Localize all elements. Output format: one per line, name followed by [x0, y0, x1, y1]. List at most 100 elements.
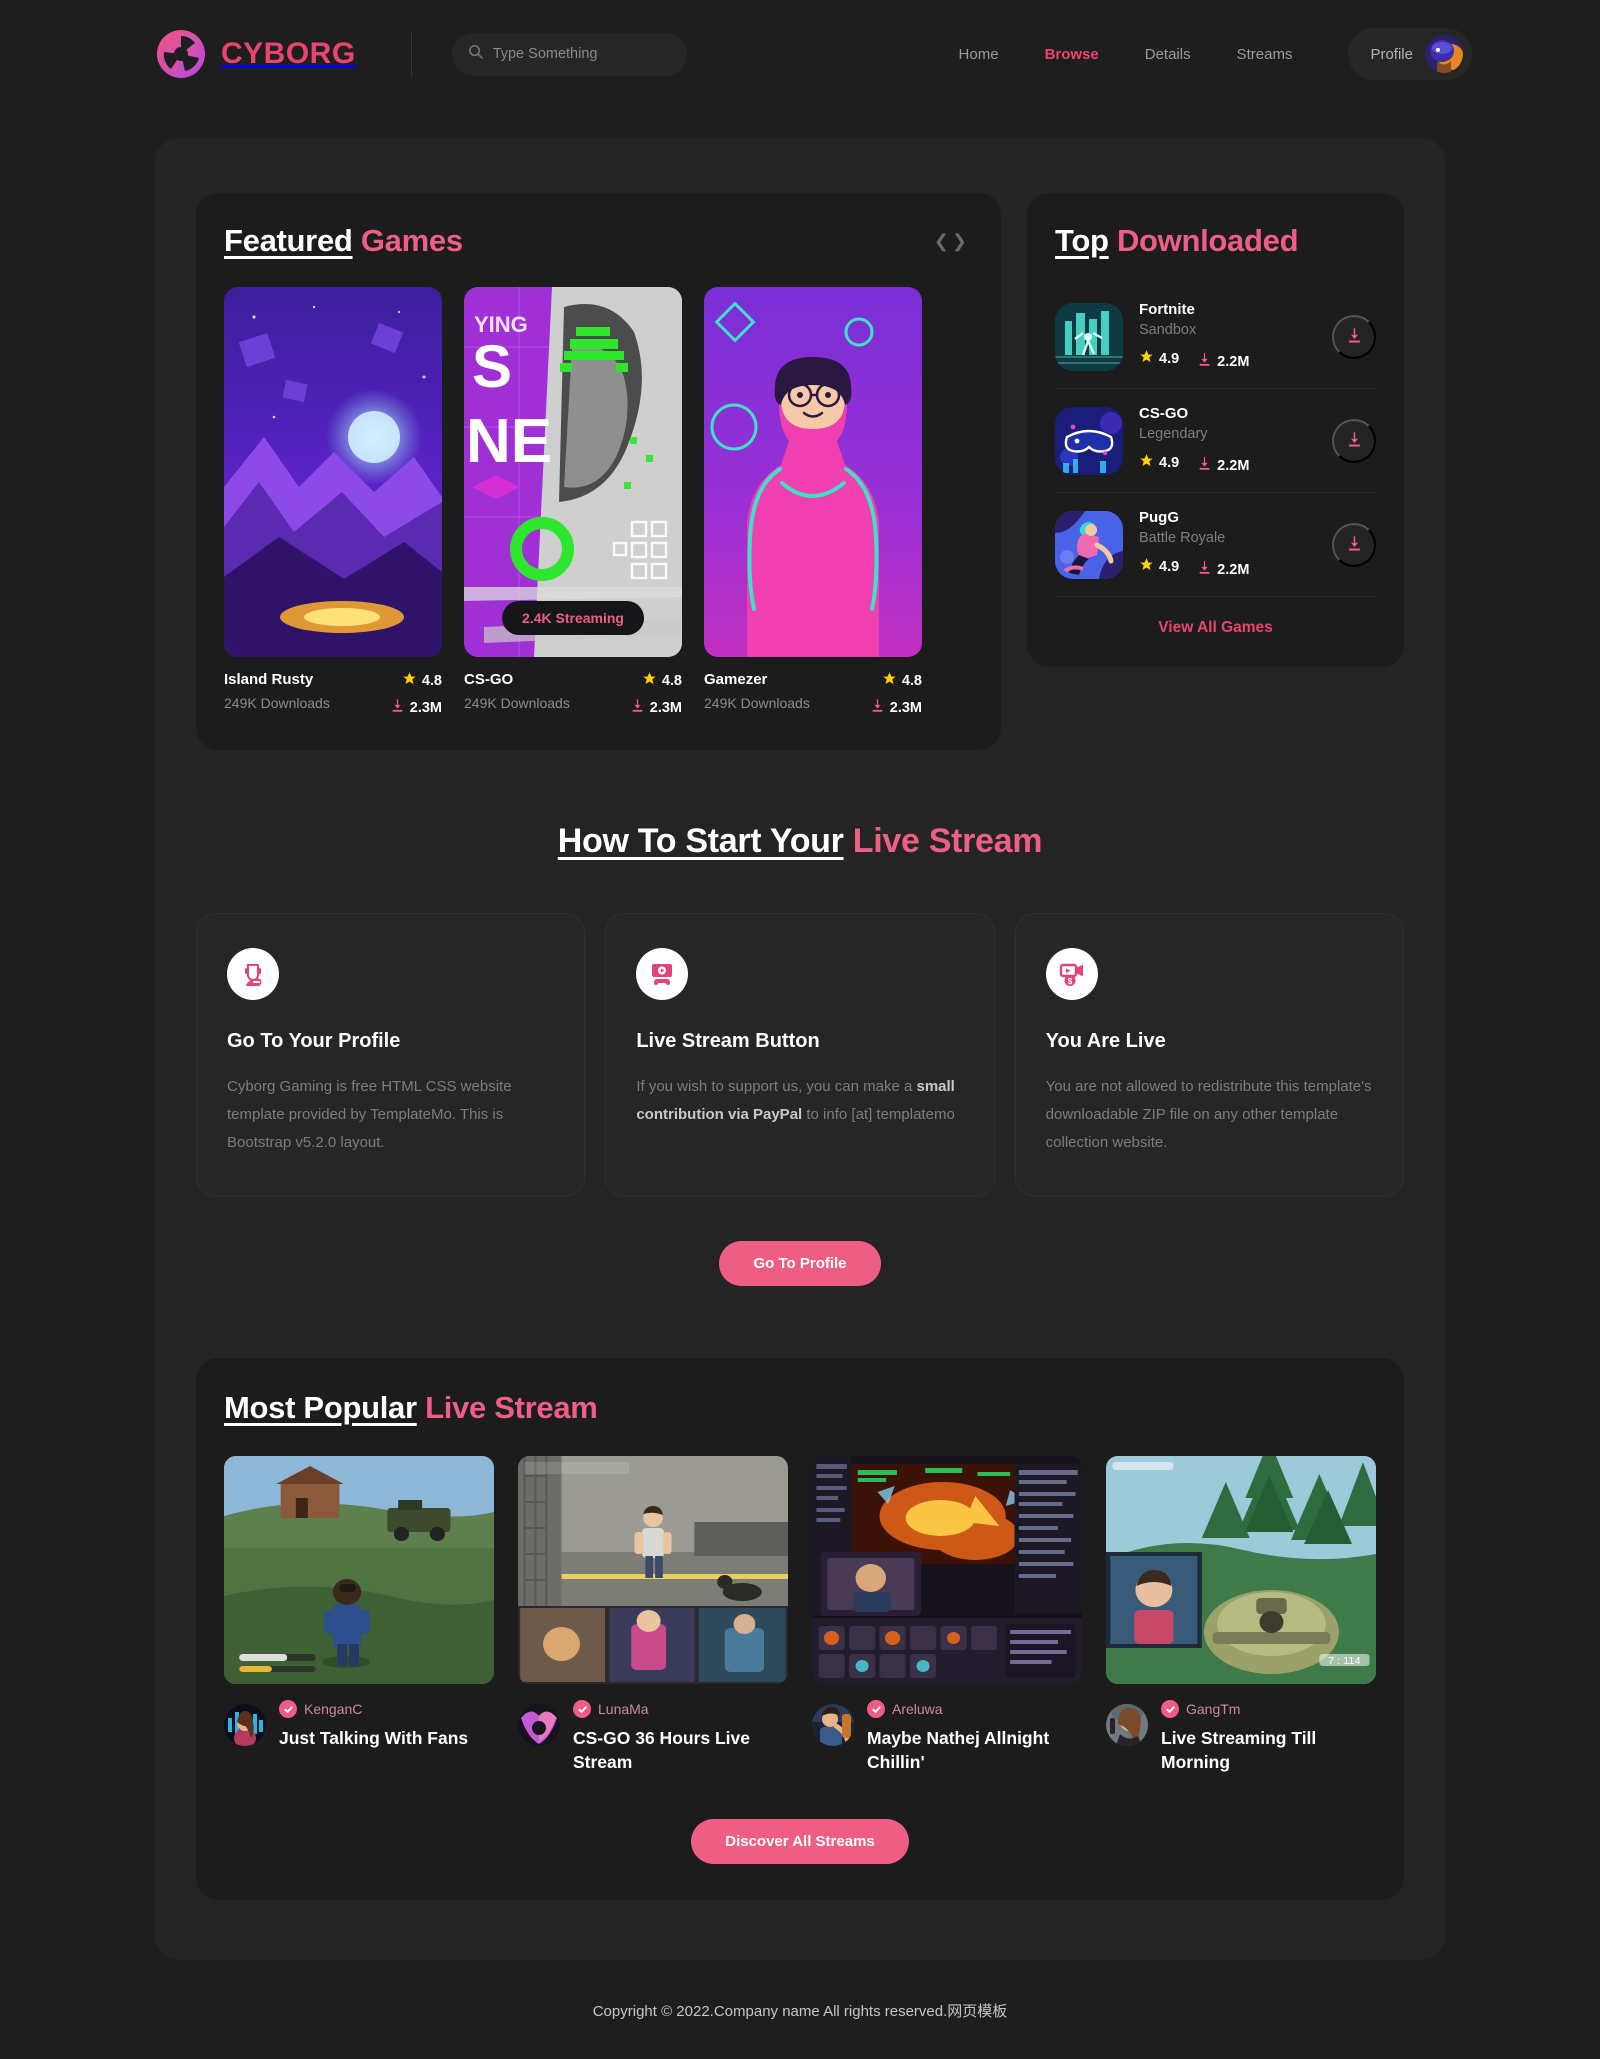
page-content-shell: Featured Games ❮ ❯ Island Rusty 249K Dow…: [154, 138, 1446, 1960]
download-button[interactable]: [1332, 314, 1376, 359]
stream-title: Live Streaming Till Morning: [1161, 1728, 1317, 1772]
game-name: CS-GO: [1139, 405, 1189, 422]
game-name: Fortnite: [1139, 301, 1195, 318]
featured-title: Featured Games: [224, 223, 463, 259]
rating-stat: 4.8: [390, 671, 442, 691]
stream-card-footer: Areluwa Maybe Nathej Allnight Chillin': [812, 1700, 1082, 1774]
nav-item-streams[interactable]: Streams: [1237, 46, 1293, 63]
featured-title-white: Featured: [224, 223, 353, 258]
most-popular-title: Most Popular Live Stream: [224, 1390, 1376, 1426]
streamer-row: GangTm: [1161, 1700, 1376, 1719]
streamer-avatar: [812, 1704, 854, 1747]
featured-card-name: CS-GO: [464, 671, 514, 688]
stream-monitor-icon: [636, 948, 689, 1000]
brand-name: CYBORG: [221, 37, 356, 70]
download-icon: [1346, 535, 1363, 555]
rating-stat: 4.8: [870, 671, 922, 691]
featured-card-name: Gamezer: [704, 671, 768, 688]
profile-button[interactable]: Profile: [1348, 28, 1472, 80]
streamer-username: GangTm: [1186, 1701, 1241, 1718]
video-dollar-icon: $: [1045, 948, 1098, 1000]
svg-text:7 : 114: 7 : 114: [1328, 1657, 1361, 1668]
download-stat: 2.3M: [870, 698, 922, 718]
stream-thumbnail[interactable]: [518, 1456, 788, 1685]
featured-card[interactable]: Island Rusty 249K Downloads 4.8 2.3M: [224, 287, 442, 718]
game-info: CS-GO Legendary 4.9 2.2M: [1139, 405, 1316, 476]
howto-body-text: If you wish to support us, you can make …: [636, 1078, 917, 1095]
brand-logo-link[interactable]: CYBORG: [155, 28, 356, 80]
star-icon: [402, 671, 417, 691]
nav-item-home[interactable]: Home: [959, 46, 999, 63]
streamer-username: Areluwa: [892, 1701, 943, 1718]
streamer-row: LunaMa: [573, 1700, 788, 1719]
stream-thumbnail[interactable]: [812, 1456, 1082, 1685]
star-icon: [1139, 453, 1154, 473]
download-stat: 2.2M: [1197, 456, 1249, 476]
download-value: 2.3M: [409, 700, 442, 716]
nav-item-details[interactable]: Details: [1145, 46, 1191, 63]
stream-card[interactable]: KenganC Just Talking With Fans: [224, 1456, 494, 1774]
featured-card[interactable]: Gamezer 249K Downloads 4.8 2.3M: [704, 287, 922, 718]
game-stats: 4.9 2.2M: [1139, 345, 1316, 372]
search-box[interactable]: [451, 32, 687, 76]
howto-card: $ You Are Live You are not allowed to re…: [1014, 913, 1404, 1198]
stream-title: CS-GO 36 Hours Live Stream: [573, 1728, 750, 1772]
game-thumbnail: [1055, 406, 1123, 475]
streamer-username: LunaMa: [598, 1701, 649, 1718]
featured-card-image[interactable]: [224, 287, 442, 657]
featured-card[interactable]: S NE YING 2.4K Streaming CS-GO 249K Down…: [464, 287, 682, 718]
top-downloaded-item[interactable]: CS-GO Legendary 4.9 2.2M: [1055, 388, 1376, 492]
chevron-right-icon[interactable]: ❯: [952, 231, 967, 252]
howto-card-body: If you wish to support us, you can make …: [636, 1073, 963, 1129]
featured-card-grid: Island Rusty 249K Downloads 4.8 2.3M S N…: [224, 287, 973, 718]
nav-item-browse[interactable]: Browse: [1045, 46, 1099, 63]
chevron-left-icon[interactable]: ❮: [934, 231, 949, 252]
download-stat: 2.3M: [630, 698, 682, 718]
howto-card-heading: Live Stream Button: [636, 1030, 820, 1052]
download-button[interactable]: [1332, 418, 1376, 463]
go-to-profile-button[interactable]: Go To Profile: [719, 1241, 881, 1287]
featured-games-panel: Featured Games ❮ ❯ Island Rusty 249K Dow…: [196, 193, 1001, 750]
featured-card-image[interactable]: S NE YING 2.4K Streaming: [464, 287, 682, 657]
streamer-row: KenganC: [279, 1700, 468, 1719]
stream-thumbnail[interactable]: 7 : 114: [1106, 1456, 1376, 1685]
game-genre: Sandbox: [1139, 322, 1197, 338]
rating-stat: 4.9: [1139, 349, 1179, 369]
stream-card[interactable]: LunaMa CS-GO 36 Hours Live Stream: [518, 1456, 788, 1774]
stream-card[interactable]: 7 : 114 GangTm Live Streaming Till Morni…: [1106, 1456, 1376, 1774]
stream-thumbnail[interactable]: [224, 1456, 494, 1685]
stream-card[interactable]: Areluwa Maybe Nathej Allnight Chillin': [812, 1456, 1082, 1774]
stream-card-text: Areluwa Maybe Nathej Allnight Chillin': [867, 1700, 1082, 1774]
top-downloaded-panel: Top Downloaded Fortnite Sandbox 4.9 2.2M…: [1027, 193, 1404, 667]
svg-text:S: S: [472, 333, 512, 400]
top-row: Featured Games ❮ ❯ Island Rusty 249K Dow…: [196, 193, 1404, 750]
view-all-games-link[interactable]: View All Games: [1055, 597, 1376, 643]
download-value: 2.3M: [649, 700, 682, 716]
verified-check-icon: [867, 1700, 885, 1719]
site-header: CYBORG Home Browse Details Streams Profi…: [0, 0, 1600, 108]
verified-check-icon: [573, 1700, 591, 1719]
top-downloaded-item[interactable]: PugG Battle Royale 4.9 2.2M: [1055, 492, 1376, 596]
howto-body-text-after: to info [at] templatemo: [802, 1105, 955, 1123]
download-button[interactable]: [1332, 522, 1376, 567]
stream-card-grid: KenganC Just Talking With Fans LunaMa CS…: [224, 1456, 1376, 1774]
verified-check-icon: [1161, 1700, 1179, 1719]
howto-card: Live Stream Button If you wish to suppor…: [605, 913, 995, 1198]
search-input[interactable]: [492, 46, 671, 62]
star-icon: [642, 671, 657, 691]
carousel-controls: ❮ ❯: [934, 231, 973, 252]
top-downloaded-item[interactable]: Fortnite Sandbox 4.9 2.2M: [1055, 285, 1376, 388]
download-value: 2.2M: [1217, 458, 1250, 474]
game-stats: 4.9 2.2M: [1139, 449, 1316, 476]
featured-card-image[interactable]: [704, 287, 922, 657]
download-icon: [1197, 560, 1212, 580]
download-icon: [390, 698, 405, 718]
stream-title: Maybe Nathej Allnight Chillin': [867, 1728, 1050, 1772]
game-info: PugG Battle Royale 4.9 2.2M: [1139, 509, 1316, 580]
streamer-avatar: [224, 1704, 266, 1747]
discover-all-streams-button[interactable]: Discover All Streams: [691, 1818, 909, 1864]
star-icon: [1139, 557, 1154, 577]
streaming-badge: 2.4K Streaming: [502, 601, 644, 635]
svg-text:YING: YING: [474, 312, 528, 337]
download-icon: [1346, 431, 1363, 451]
